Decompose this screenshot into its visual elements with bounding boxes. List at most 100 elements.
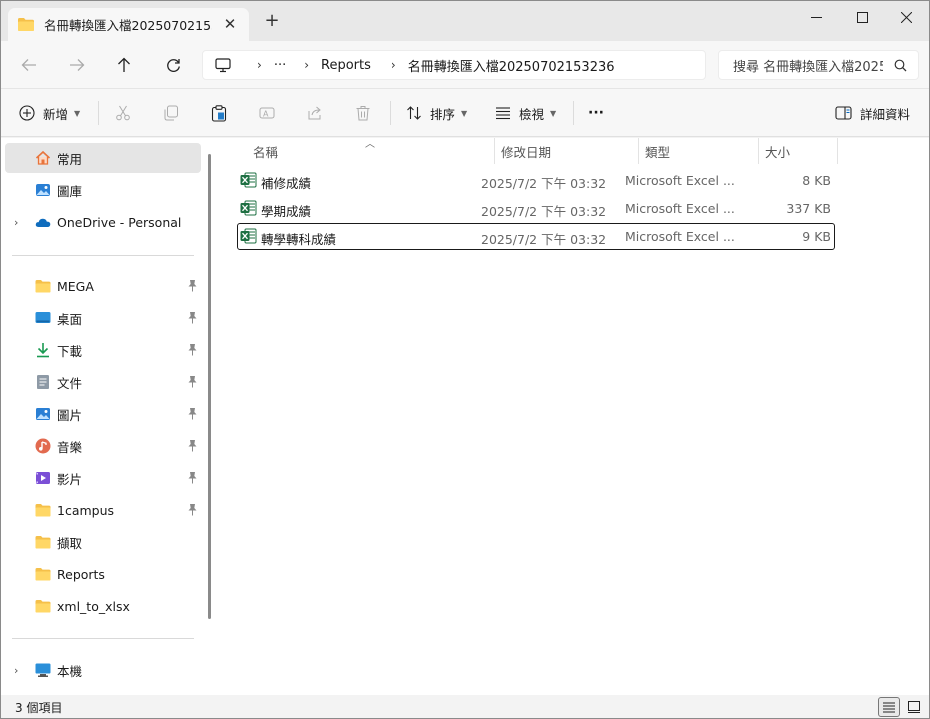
sidebar-item-documents[interactable]: 文件 [1, 367, 201, 397]
sidebar-item-downloads[interactable]: 下載 [1, 335, 201, 365]
file-size: 337 KB [786, 201, 831, 216]
file-row[interactable]: 學期成績 2025/7/2 下午 03:32 Microsoft Excel .… [237, 195, 835, 222]
sidebar-item-label: 音樂 [57, 439, 83, 455]
back-button[interactable] [17, 53, 41, 77]
view-button-label: 檢視 [519, 106, 545, 122]
breadcrumb-reports[interactable]: Reports [321, 58, 371, 73]
column-header-type[interactable]: 類型 [645, 138, 670, 164]
details-pane-icon [835, 106, 852, 120]
sidebar-item-1campus[interactable]: 1campus [1, 495, 201, 525]
sidebar-item-reports[interactable]: Reports [1, 559, 201, 589]
sidebar-item-label: 1campus [57, 502, 115, 518]
search-icon [894, 59, 907, 72]
file-row[interactable]: 轉學轉科成績 2025/7/2 下午 03:32 Microsoft Excel… [237, 223, 835, 250]
chevron-right-icon[interactable]: › [14, 216, 18, 229]
folder-icon [35, 568, 51, 581]
column-header-name[interactable]: 名稱 [253, 138, 278, 164]
clipboard-icon [211, 104, 227, 122]
sidebar-item-onedrive[interactable]: › OneDrive - Personal [1, 207, 201, 237]
file-row[interactable]: 補修成績 2025/7/2 下午 03:32 Microsoft Excel .… [237, 167, 835, 194]
sidebar-item-xml-to-xlsx[interactable]: xml_to_xlsx [1, 591, 201, 621]
cut-button[interactable] [115, 102, 131, 124]
tab-title: 名冊轉換匯入檔20250702153236 [44, 18, 212, 33]
column-divider[interactable] [837, 138, 838, 164]
new-button[interactable]: 新增 ▼ [19, 102, 80, 124]
copy-button[interactable] [163, 102, 179, 124]
file-date: 2025/7/2 下午 03:32 [481, 176, 607, 191]
maximize-button[interactable] [839, 1, 885, 33]
title-bar: 名冊轉換匯入檔20250702153236 ✕ + [1, 1, 929, 41]
download-icon [37, 343, 49, 358]
address-row: › ··· › Reports › 名冊轉換匯入檔20250702153236 … [1, 41, 929, 89]
chevron-right-icon[interactable]: › [14, 664, 18, 677]
sidebar-item-videos[interactable]: 影片 [1, 463, 201, 493]
rename-button[interactable]: A [259, 102, 275, 124]
forward-button[interactable] [65, 53, 89, 77]
tiles-view-icon [908, 701, 920, 713]
sort-button[interactable]: 排序 ▼ [406, 102, 467, 124]
tab-close-icon[interactable]: ✕ [221, 15, 239, 33]
pin-icon[interactable] [187, 279, 198, 292]
pin-icon[interactable] [187, 343, 198, 356]
sidebar-divider [12, 638, 194, 639]
pin-icon[interactable] [187, 375, 198, 388]
chevron-right-icon[interactable]: › [257, 58, 262, 72]
sidebar-item-mega[interactable]: MEGA [1, 271, 201, 301]
sidebar-item-home[interactable]: 常用 [5, 143, 201, 173]
new-tab-button[interactable]: + [263, 12, 281, 30]
tiles-view-button[interactable] [903, 697, 925, 717]
pin-icon[interactable] [187, 407, 198, 420]
trash-icon [356, 106, 370, 121]
refresh-button[interactable] [161, 53, 185, 77]
search-box[interactable]: 搜尋 名冊轉換匯入檔20250702153236 [718, 50, 919, 80]
sidebar-item-music[interactable]: 音樂 [1, 431, 201, 461]
sidebar-item-gallery[interactable]: 圖庫 [1, 175, 201, 205]
more-options-button[interactable]: ··· [588, 102, 604, 124]
column-header-size[interactable]: 大小 [765, 138, 790, 164]
sidebar-item-label: Reports [57, 566, 105, 582]
view-button[interactable]: 檢視 ▼ [495, 102, 556, 124]
pin-icon[interactable] [187, 471, 198, 484]
breadcrumb-current-folder[interactable]: 名冊轉換匯入檔20250702153236 [408, 56, 615, 75]
share-button[interactable] [307, 102, 323, 124]
sidebar-item-capture[interactable]: 擷取 [1, 527, 201, 557]
sidebar-item-desktop[interactable]: 桌面 [1, 303, 201, 333]
column-divider[interactable] [758, 138, 759, 164]
address-bar[interactable]: › ··· › Reports › 名冊轉換匯入檔20250702153236 [202, 50, 706, 80]
close-window-button[interactable] [883, 1, 929, 33]
plus-circle-icon [19, 105, 35, 121]
folder-icon [18, 18, 34, 31]
column-header-date[interactable]: 修改日期 [501, 138, 551, 164]
details-view-button[interactable] [878, 697, 900, 717]
column-divider[interactable] [494, 138, 495, 164]
item-count: 3 個項目 [15, 701, 63, 715]
details-pane-button[interactable]: 詳細資料 [835, 102, 910, 124]
chevron-right-icon[interactable]: › [391, 58, 396, 72]
delete-button[interactable] [355, 102, 371, 124]
music-icon [35, 438, 51, 454]
column-divider[interactable] [638, 138, 639, 164]
sidebar-item-label: MEGA [57, 278, 94, 294]
maximize-icon [856, 11, 868, 23]
pin-icon[interactable] [187, 311, 198, 324]
up-button[interactable] [112, 53, 136, 77]
sidebar-item-this-pc[interactable]: › 本機 [1, 655, 201, 685]
sidebar-scrollbar[interactable] [208, 154, 211, 619]
file-type: Microsoft Excel ... [625, 229, 735, 244]
sidebar-item-label: 圖片 [57, 407, 83, 423]
search-input[interactable]: 搜尋 名冊轉換匯入檔20250702153236 [733, 56, 883, 75]
document-icon [37, 375, 49, 389]
paste-button[interactable] [211, 102, 227, 124]
sidebar-item-pictures[interactable]: 圖片 [1, 399, 201, 429]
file-size: 9 KB [802, 229, 831, 244]
computer-icon [35, 663, 51, 677]
new-button-label: 新增 [43, 106, 69, 122]
pin-icon[interactable] [187, 503, 198, 516]
sidebar-item-label: xml_to_xlsx [57, 598, 130, 614]
minimize-button[interactable] [793, 1, 839, 33]
sidebar-item-label: OneDrive - Personal [57, 214, 182, 230]
tab-current-folder[interactable]: 名冊轉換匯入檔20250702153236 ✕ [8, 8, 249, 41]
pin-icon[interactable] [187, 439, 198, 452]
chevron-right-icon[interactable]: › [304, 58, 309, 72]
breadcrumb-more[interactable]: ··· [274, 58, 286, 73]
